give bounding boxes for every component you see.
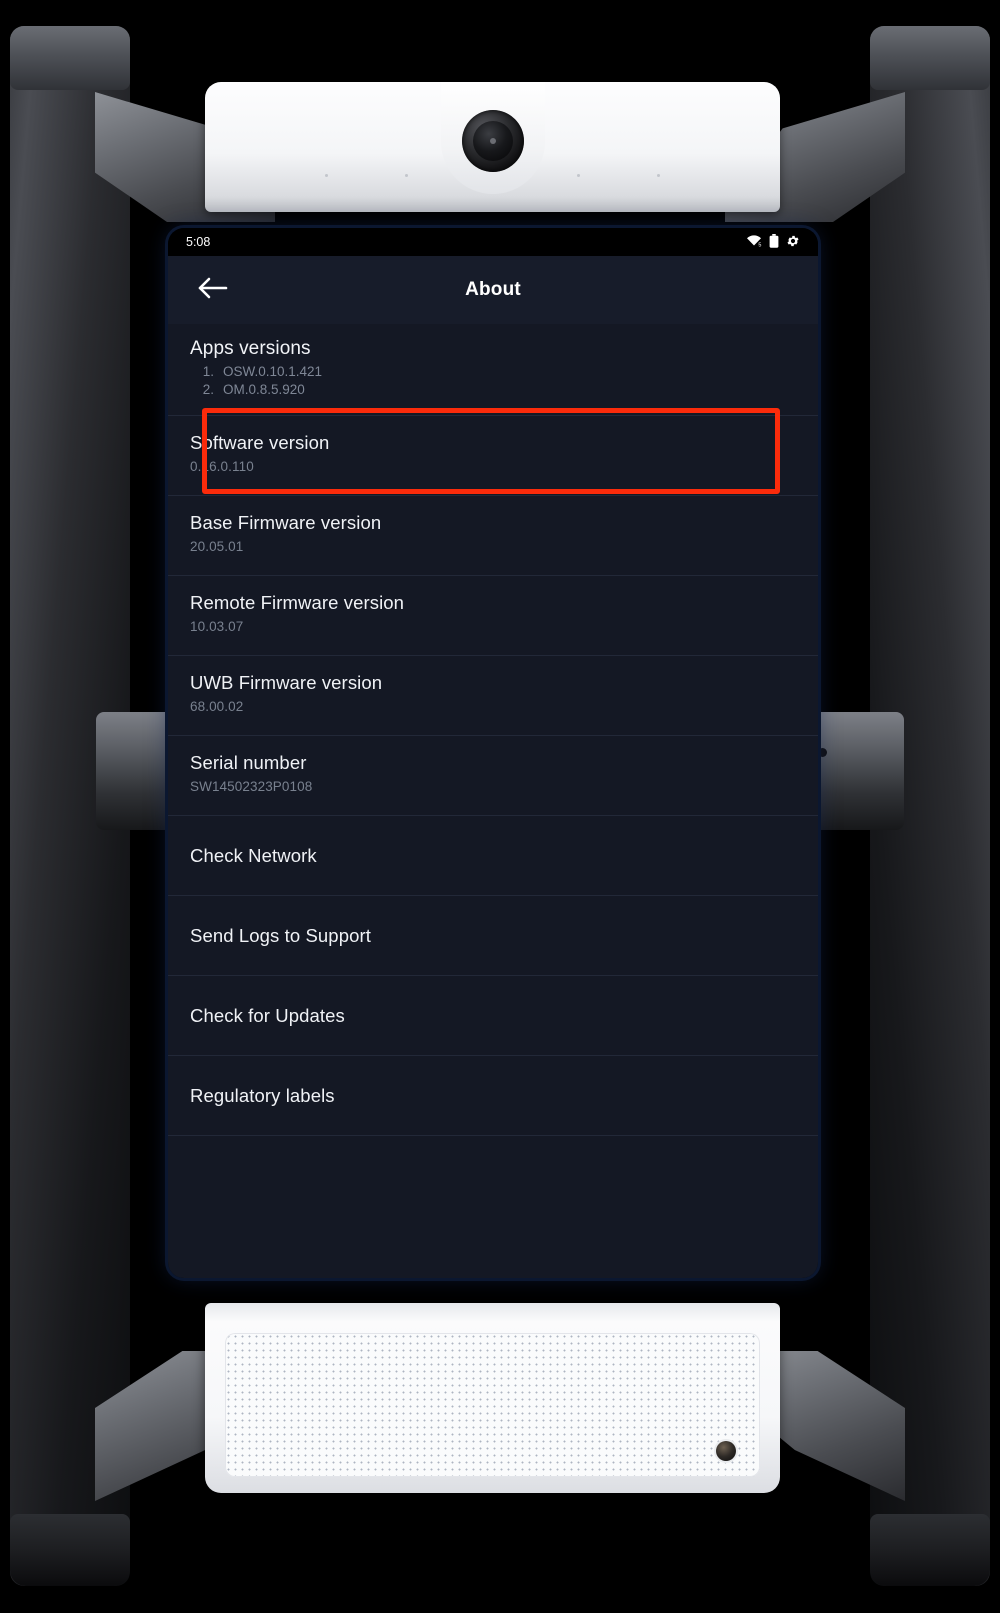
- camera-notch: [440, 82, 545, 194]
- row-value: 68.00.02: [190, 698, 244, 714]
- list-item-index: 2.: [202, 381, 214, 397]
- gear-icon: [786, 234, 800, 251]
- about-screen: About Apps versions 1. OSW.0.10.1.421 2.…: [168, 256, 818, 1278]
- camera-bar: [205, 82, 780, 212]
- row-value: 20.05.01: [190, 538, 244, 554]
- row-label: Send Logs to Support: [190, 925, 371, 947]
- row-label: Regulatory labels: [190, 1085, 335, 1107]
- row-label: Base Firmware version: [190, 511, 382, 533]
- battery-icon: [769, 233, 779, 251]
- camera-lens-inner: [472, 121, 513, 161]
- back-arrow-icon: [197, 275, 229, 306]
- app-bar: About: [168, 256, 818, 324]
- row-base-firmware-version[interactable]: Base Firmware version 20.05.01: [168, 494, 818, 575]
- pivot-knuckle-right: [808, 712, 904, 830]
- row-remote-firmware-version[interactable]: Remote Firmware version 10.03.07: [168, 574, 818, 655]
- apps-versions-list: 1. OSW.0.10.1.421 2. OM.0.8.5.920: [198, 363, 796, 399]
- status-time: 5:08: [186, 235, 211, 249]
- microphone-pinhole-icon: [325, 174, 328, 177]
- wifi-5-icon: 5: [746, 234, 762, 250]
- row-label: UWB Firmware version: [190, 671, 383, 693]
- list-item-index: 1.: [202, 364, 214, 379]
- page-title: About: [465, 279, 521, 300]
- list-item: 2. OM.0.8.5.920: [198, 381, 796, 399]
- row-regulatory-labels[interactable]: Regulatory labels: [168, 1054, 818, 1135]
- row-label: Check Network: [190, 845, 317, 867]
- apps-versions-title: Apps versions: [190, 338, 311, 359]
- row-serial-number[interactable]: Serial number SW14502323P0108: [168, 734, 818, 815]
- microphone-pinhole-icon: [405, 174, 408, 177]
- row-value: SW14502323P0108: [190, 778, 313, 794]
- row-send-logs-to-support[interactable]: Send Logs to Support: [168, 894, 818, 975]
- status-bar: 5:08 5: [168, 228, 818, 256]
- audio-port-icon: [716, 1441, 736, 1461]
- svg-text:5: 5: [758, 243, 761, 247]
- camera-lens-icon: [461, 110, 524, 172]
- speaker-grille-icon: [225, 1333, 760, 1477]
- row-value: 10.03.07: [190, 618, 244, 634]
- row-value: 0.16.0.110: [190, 458, 254, 474]
- list-item-value: OSW.0.10.1.421: [223, 364, 323, 379]
- post-foot-left: [10, 1514, 130, 1586]
- post-cap-left: [10, 26, 130, 90]
- tablet-screen: 5:08 5 About Apps versions 1. OSW.0.10.1…: [168, 228, 818, 1278]
- back-button[interactable]: [190, 267, 236, 313]
- microphone-pinhole-icon: [657, 174, 660, 177]
- list-item: 1. OSW.0.10.1.421: [198, 363, 796, 381]
- row-label: Check for Updates: [190, 1005, 345, 1027]
- status-icon-group: 5: [746, 233, 800, 251]
- row-software-version[interactable]: Software version 0.16.0.110: [168, 414, 818, 495]
- post-cap-right: [870, 26, 990, 90]
- row-label: Serial number: [190, 751, 307, 773]
- speaker-bar: [205, 1303, 780, 1493]
- camera-lens-dot: [489, 138, 496, 144]
- knuckle-bolt-right: [818, 748, 827, 757]
- microphone-pinhole-icon: [577, 174, 580, 177]
- device-photo-scene: 5:08 5 About Apps versions 1. OSW.0.10.1…: [0, 0, 1000, 1613]
- row-uwb-firmware-version[interactable]: UWB Firmware version 68.00.02: [168, 654, 818, 735]
- list-end-spacer: [168, 1134, 818, 1221]
- list-item-value: OM.0.8.5.920: [223, 381, 305, 397]
- row-check-for-updates[interactable]: Check for Updates: [168, 974, 818, 1055]
- row-label: Software version: [190, 431, 330, 453]
- row-label: Remote Firmware version: [190, 591, 405, 613]
- row-check-network[interactable]: Check Network: [168, 814, 818, 895]
- post-foot-right: [870, 1514, 990, 1586]
- apps-versions-section: Apps versions 1. OSW.0.10.1.421 2. OM.0.…: [168, 324, 818, 415]
